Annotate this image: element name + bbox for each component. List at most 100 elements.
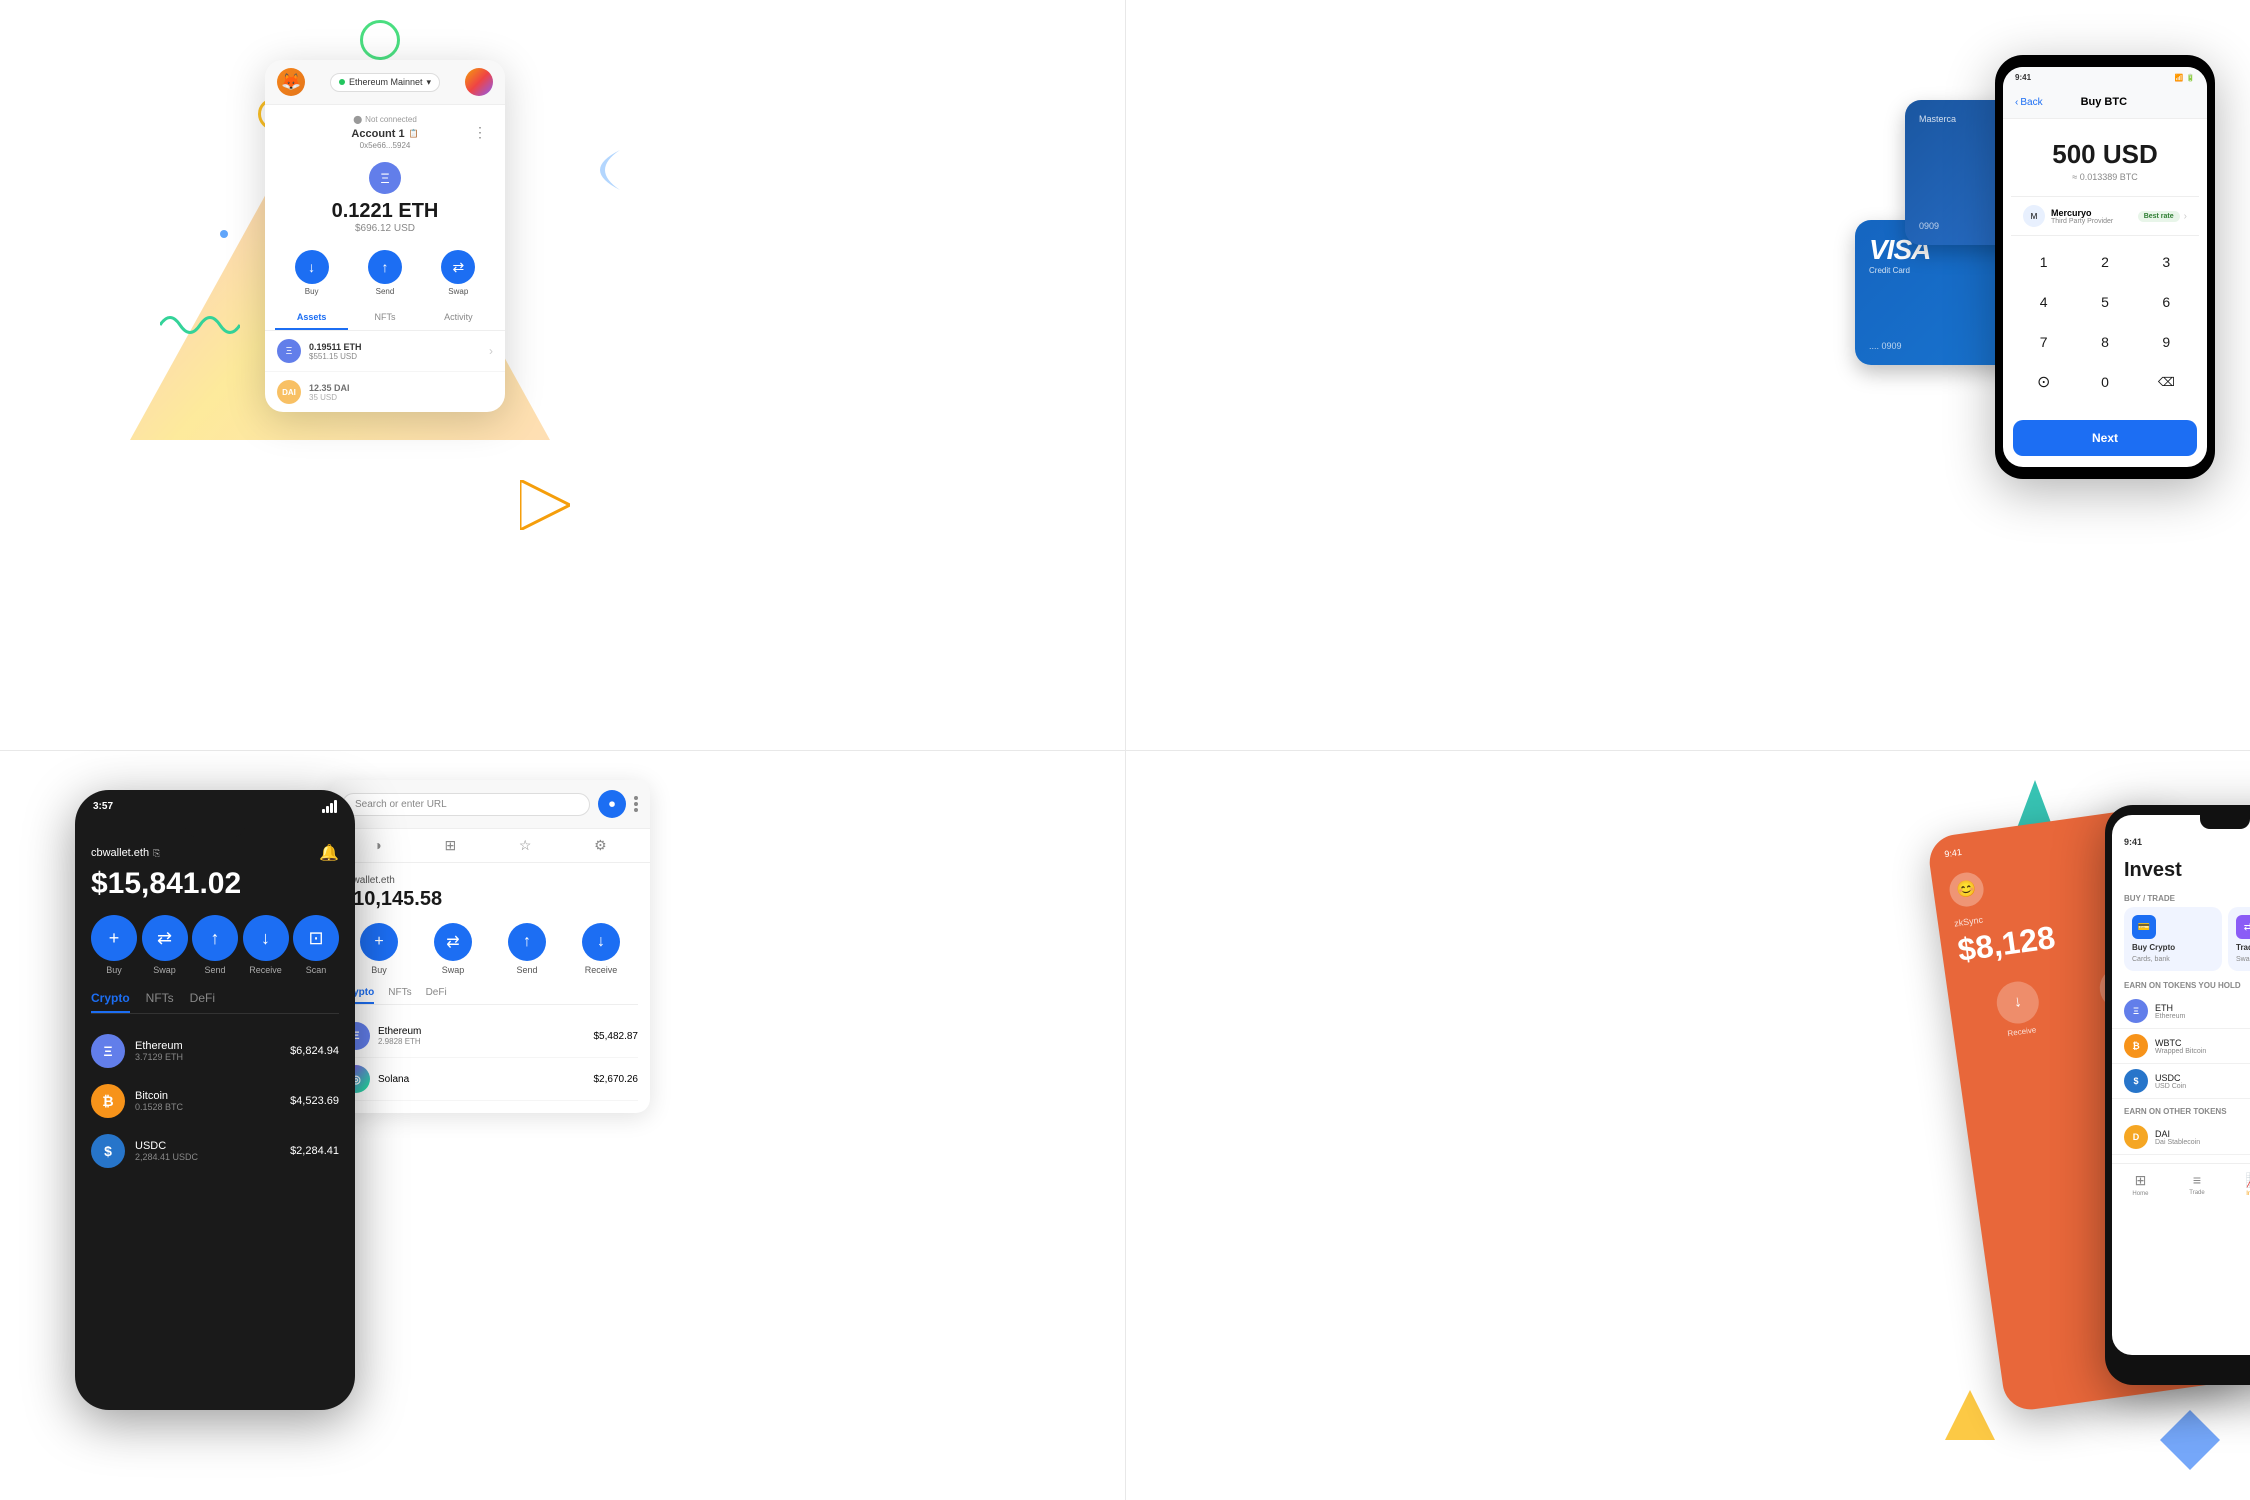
tab-nfts[interactable]: NFTs (388, 987, 411, 1004)
record-button[interactable]: ⏺ (598, 790, 626, 818)
tab-assets[interactable]: Assets (275, 306, 348, 330)
numpad-row-1: 1 2 3 (2013, 244, 2197, 280)
wallet-name: cbwallet.eth ⎘ (91, 847, 160, 859)
buy-crypto-card[interactable]: 💳 Buy Crypto Cards, bank (2124, 907, 2222, 971)
settings-icon[interactable]: ⚙ (594, 837, 607, 854)
wallet-label: cbwallet.eth (342, 875, 638, 886)
buy-action[interactable]: ↓ Buy (295, 250, 329, 296)
kebab-menu-icon[interactable]: ⋮ (473, 124, 487, 141)
dai-icon: DAI (277, 380, 301, 404)
send-label: Send (204, 965, 225, 975)
invest-title: Invest (2124, 859, 2250, 882)
mastercard-number: 0909 (1919, 221, 1939, 231)
buy-icon: + (360, 923, 398, 961)
key-1[interactable]: 1 (2024, 244, 2064, 280)
tab-activity[interactable]: Activity (422, 306, 495, 330)
more-options-icon[interactable] (634, 796, 638, 812)
key-2[interactable]: 2 (2085, 244, 2125, 280)
tab-crypto[interactable]: Crypto (91, 991, 130, 1013)
invest-phone: 9:41 📶📡🔋 Invest BUY / TRADE 💳 Buy Crypto… (2105, 805, 2250, 1385)
metamask-fox-icon: 🦊 (277, 68, 305, 96)
grid-icon[interactable]: ⊞ (444, 837, 456, 854)
search-box[interactable]: Search or enter URL (342, 793, 590, 816)
numpad-row-3: 7 8 9 (2013, 324, 2197, 360)
star-icon[interactable]: ☆ (519, 837, 532, 854)
btc-icon: ₿ (91, 1084, 125, 1118)
token-name: WBTC (2155, 1038, 2206, 1048)
eth-logo-icon: Ξ (369, 162, 401, 194)
send-action[interactable]: ↑ Send (368, 250, 402, 296)
tab-nfts[interactable]: NFTs (146, 991, 174, 1013)
wallet-address: 0x5e66...5924 (279, 141, 491, 150)
receive-action[interactable]: ↓ Receive (1994, 979, 2043, 1039)
key-3[interactable]: 3 (2146, 244, 2186, 280)
key-6[interactable]: 6 (2146, 284, 2186, 320)
provider-name: Mercuryo (2051, 208, 2113, 218)
nav-label: Home (2132, 1191, 2148, 1197)
key-9[interactable]: 9 (2146, 324, 2186, 360)
metamask-network-selector[interactable]: Ethereum Mainnet ▾ (330, 73, 440, 92)
phone-inner: 9:41 📶 🔋 ‹ Back Buy BTC 500 USD ≈ 0.0133… (2003, 67, 2207, 467)
scan-action[interactable]: ⊡ Scan (293, 915, 339, 975)
nav-label: Invest (2246, 1191, 2250, 1197)
provider-row[interactable]: M Mercuryo Third Party Provider Best rat… (2011, 196, 2199, 236)
eth-asset-icon: Ξ (277, 339, 301, 363)
swap-label: Swap (153, 965, 176, 975)
token-left: D DAI Dai Stablecoin (2124, 1125, 2200, 1149)
buy-action[interactable]: + Buy (360, 923, 398, 975)
trade-card-sub: Swap tokens (2236, 956, 2250, 963)
bell-icon[interactable]: 🔔 (319, 843, 339, 863)
back-button[interactable]: ‹ Back (2015, 97, 2043, 108)
trade-crypto-card[interactable]: ⇄ Trade Crypto Swap tokens (2228, 907, 2250, 971)
key-0[interactable]: 0 (2085, 364, 2125, 400)
buy-action[interactable]: + Buy (91, 915, 137, 975)
asset-name: Bitcoin (135, 1090, 183, 1102)
network-status-dot (339, 79, 345, 85)
tab-nfts[interactable]: NFTs (348, 306, 421, 330)
send-action[interactable]: ↑ Send (192, 915, 238, 975)
next-button[interactable]: Next (2013, 420, 2197, 456)
key-scan[interactable]: ⊙ (2024, 364, 2064, 400)
pie-chart-icon[interactable]: ◑ (373, 837, 381, 854)
account-avatar (465, 68, 493, 96)
key-7[interactable]: 7 (2024, 324, 2064, 360)
signal-icon (322, 800, 337, 813)
token-left: ₿ WBTC Wrapped Bitcoin (2124, 1034, 2206, 1058)
buy-label: Buy (106, 965, 122, 975)
quadrant-invest: 9:41 📶🔋 😊 zkSync $8,128 ↓ Receive ⊡ Scan (1125, 750, 2250, 1500)
swap-action[interactable]: ⇄ Swap (142, 915, 188, 975)
eth-asset-row: Ξ 0.19511 ETH $551.15 USD › (265, 331, 505, 372)
eth-token-row: Ξ ETH Ethereum 7.0% (2112, 994, 2250, 1029)
asset-name: Ethereum (378, 1026, 421, 1037)
key-4[interactable]: 4 (2024, 284, 2064, 320)
tab-defi[interactable]: DeFi (190, 991, 215, 1013)
notch (2200, 815, 2250, 829)
key-5[interactable]: 5 (2085, 284, 2125, 320)
browser-balance: $10,145.58 (342, 888, 638, 911)
time: 9:41 (1944, 846, 1963, 858)
asset-name: Ethereum (135, 1040, 183, 1052)
key-delete[interactable]: ⌫ (2146, 364, 2186, 400)
portfolio-tabs: Crypto NFTs DeFi (91, 991, 339, 1014)
swap-action[interactable]: ⇄ Swap (434, 923, 472, 975)
asset-value: $5,482.87 (594, 1031, 639, 1042)
nav-home[interactable]: ⊞ Home (2132, 1172, 2148, 1197)
usd-amount: 500 USD (2017, 139, 2193, 170)
receive-action[interactable]: ↓ Receive (243, 915, 289, 975)
nav-trade[interactable]: ≡ Trade (2189, 1172, 2204, 1197)
yellow-decoration (1945, 1390, 1995, 1445)
send-action[interactable]: ↑ Send (508, 923, 546, 975)
chevron-right-icon: › (489, 344, 493, 358)
tab-defi[interactable]: DeFi (426, 987, 447, 1004)
notch (185, 817, 245, 837)
key-8[interactable]: 8 (2085, 324, 2125, 360)
receive-action[interactable]: ↓ Receive (582, 923, 620, 975)
nav-invest[interactable]: 📈 Invest (2246, 1172, 2250, 1197)
swap-action[interactable]: ⇄ Swap (441, 250, 475, 296)
browser-sol-row: ◎ Solana $2,670.26 (342, 1058, 638, 1101)
receive-icon: ↓ (1994, 979, 2041, 1026)
asset-left: Ξ 0.19511 ETH $551.15 USD (277, 339, 362, 363)
trade-icon: ≡ (2193, 1172, 2201, 1188)
browser-eth-row: Ξ Ethereum 2.9828 ETH $5,482.87 (342, 1015, 638, 1058)
browser-bar: Search or enter URL ⏺ (330, 780, 650, 829)
